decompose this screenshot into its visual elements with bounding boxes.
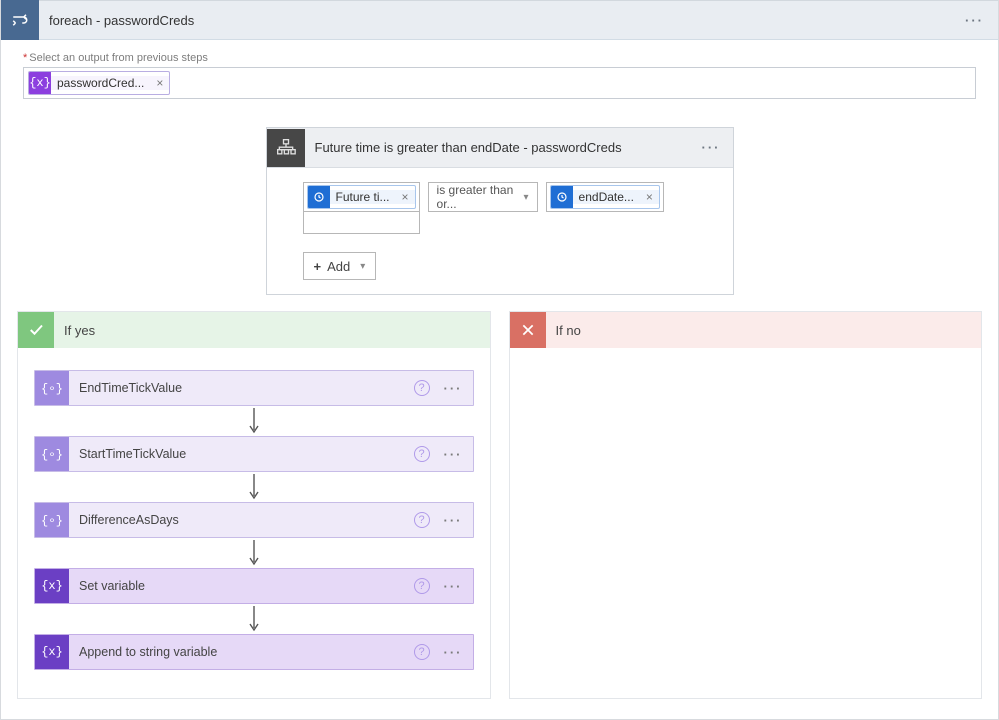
action-step[interactable]: {∘} StartTimeTickValue? ··· — [34, 436, 474, 472]
condition-header[interactable]: Future time is greater than endDate - pa… — [267, 128, 733, 168]
condition-menu-button[interactable]: ··· — [702, 140, 721, 155]
if-no-branch: If no — [509, 311, 983, 699]
action-menu-button[interactable]: ··· — [444, 645, 463, 660]
if-yes-label: If yes — [64, 323, 95, 338]
action-menu-button[interactable]: ··· — [444, 381, 463, 396]
token-remove-button[interactable]: × — [396, 190, 415, 204]
plus-icon: + — [314, 259, 322, 274]
action-title: DifferenceAsDays — [79, 513, 179, 527]
if-yes-header[interactable]: If yes — [18, 312, 490, 348]
action-title: Append to string variable — [79, 645, 217, 659]
token-remove-button[interactable]: × — [150, 76, 169, 90]
action-menu-button[interactable]: ··· — [444, 447, 463, 462]
token-label: Future ti... — [330, 190, 396, 204]
action-title: Set variable — [79, 579, 145, 593]
condition-operator-select[interactable]: is greater than or... ▾ — [428, 182, 538, 212]
chevron-down-icon: ▾ — [524, 192, 529, 203]
token-enddate[interactable]: endDate... × — [550, 185, 660, 209]
help-icon[interactable]: ? — [414, 446, 430, 462]
condition-right-value[interactable]: endDate... × — [546, 182, 664, 212]
token-remove-button[interactable]: × — [640, 190, 659, 204]
chevron-down-icon: ▾ — [360, 261, 365, 272]
help-icon[interactable]: ? — [414, 644, 430, 660]
action-step[interactable]: {∘} EndTimeTickValue? ··· — [34, 370, 474, 406]
arrow-down-icon — [244, 538, 264, 568]
action-menu-button[interactable]: ··· — [444, 513, 463, 528]
output-input[interactable]: {x} passwordCred... × — [23, 67, 976, 99]
foreach-header[interactable]: foreach - passwordCreds ··· — [1, 0, 998, 40]
arrow-down-icon — [244, 406, 264, 436]
close-icon — [510, 312, 546, 348]
help-icon[interactable]: ? — [414, 512, 430, 528]
operator-label: is greater than or... — [437, 183, 524, 211]
condition-left-empty[interactable] — [303, 212, 420, 234]
condition-body: Future ti... × is greater than or... ▾ — [267, 168, 733, 294]
add-condition-button[interactable]: + Add ▾ — [303, 252, 377, 280]
condition-title: Future time is greater than endDate - pa… — [315, 140, 622, 155]
action-step[interactable]: {x} Set variable? ··· — [34, 568, 474, 604]
if-no-label: If no — [556, 323, 581, 338]
yes-steps-list: {∘} EndTimeTickValue? ··· {∘} StartTimeTickV… — [18, 348, 490, 698]
foreach-icon — [1, 0, 39, 40]
action-icon: {∘} — [35, 503, 69, 537]
if-yes-branch: If yes {∘} EndTimeTickValue? ··· {∘} StartTi… — [17, 311, 491, 699]
output-label: Select an output from previous steps — [23, 52, 998, 64]
arrow-down-icon — [244, 604, 264, 634]
condition-left-value[interactable]: Future ti... × — [303, 182, 420, 212]
token-label: passwordCred... — [51, 76, 150, 90]
action-icon: {x} — [35, 635, 69, 669]
foreach-menu-button[interactable]: ··· — [965, 13, 984, 28]
help-icon[interactable]: ? — [414, 578, 430, 594]
action-title: StartTimeTickValue — [79, 447, 186, 461]
action-step[interactable]: {∘} DifferenceAsDays? ··· — [34, 502, 474, 538]
action-icon: {∘} — [35, 437, 69, 471]
arrow-down-icon — [244, 472, 264, 502]
condition-card: Future time is greater than endDate - pa… — [266, 127, 734, 295]
help-icon[interactable]: ? — [414, 380, 430, 396]
condition-icon — [267, 129, 305, 167]
action-icon: {∘} — [35, 371, 69, 405]
if-no-header[interactable]: If no — [510, 312, 982, 348]
foreach-title: foreach - passwordCreds — [49, 13, 194, 28]
add-label: Add — [327, 259, 350, 274]
token-label: endDate... — [573, 190, 640, 204]
token-passwordcred[interactable]: {x} passwordCred... × — [28, 71, 170, 95]
time-icon — [308, 186, 330, 208]
foreach-container: foreach - passwordCreds ··· Select an ou… — [0, 0, 999, 720]
action-menu-button[interactable]: ··· — [444, 579, 463, 594]
variable-icon: {x} — [29, 72, 51, 94]
action-title: EndTimeTickValue — [79, 381, 182, 395]
time-icon — [551, 186, 573, 208]
action-icon: {x} — [35, 569, 69, 603]
action-step[interactable]: {x} Append to string variable? ··· — [34, 634, 474, 670]
token-future-time[interactable]: Future ti... × — [307, 185, 416, 209]
check-icon — [18, 312, 54, 348]
